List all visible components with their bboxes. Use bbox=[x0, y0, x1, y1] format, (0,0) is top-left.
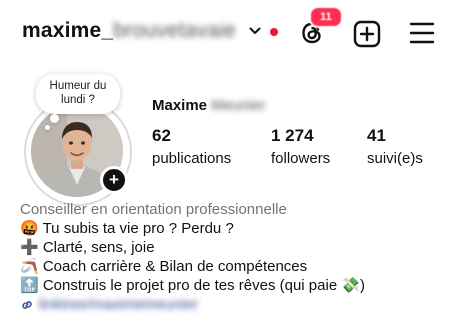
bio-link[interactable]: linktree/maximemeunier bbox=[20, 295, 440, 314]
followers-count: 1 274 bbox=[271, 126, 314, 145]
note-bubble-tail bbox=[50, 114, 59, 123]
top-bar: maxime_brouvetavaie 11 bbox=[0, 0, 454, 66]
stat-followers[interactable]: 1 274 followers bbox=[271, 126, 330, 170]
link-icon bbox=[22, 300, 32, 309]
bio-line: 🤬 Tu subis ta vie pro ? Perdu ? bbox=[20, 220, 234, 237]
stat-following[interactable]: 41 suivi(e)s bbox=[367, 126, 423, 170]
note-bubble-tail-small bbox=[45, 125, 50, 130]
publications-label: publications bbox=[152, 150, 232, 167]
account-switcher[interactable]: maxime_brouvetavaie bbox=[22, 19, 236, 43]
publications-count: 62 bbox=[152, 126, 171, 145]
bio-line: 🪃 Coach carrière & Bilan de compétences bbox=[20, 258, 308, 275]
profile-avatar[interactable]: + bbox=[24, 98, 132, 206]
bio-link-text: linktree/maximemeunier bbox=[39, 296, 199, 313]
bio-line: 🔝 Construis le projet pro de tes rêves (… bbox=[20, 277, 365, 294]
display-name-hidden-part: Meunier bbox=[211, 97, 266, 114]
display-name-text: Maxime bbox=[152, 97, 208, 114]
note-text: Humeur du lundi ? bbox=[49, 80, 107, 106]
following-label: suivi(e)s bbox=[367, 150, 423, 167]
create-plus-icon[interactable] bbox=[353, 20, 381, 48]
profile-display-name: Maxime Meunier bbox=[152, 97, 265, 114]
following-count: 41 bbox=[367, 126, 386, 145]
profile-page: maxime_brouvetavaie 11 + Humeur du lundi… bbox=[0, 0, 454, 334]
username-text: maxime_ bbox=[22, 19, 114, 42]
chevron-down-icon[interactable] bbox=[249, 26, 261, 36]
followers-label: followers bbox=[271, 150, 331, 167]
bio-line: ➕ Clarté, sens, joie bbox=[20, 239, 155, 256]
notification-dot bbox=[270, 28, 278, 36]
stat-publications[interactable]: 62 publications bbox=[152, 126, 231, 170]
menu-icon[interactable] bbox=[409, 21, 435, 45]
note-bubble[interactable]: Humeur du lundi ? bbox=[36, 74, 120, 114]
profile-bio: Conseiller en orientation professionnell… bbox=[20, 200, 440, 314]
add-story-icon[interactable]: + bbox=[100, 166, 128, 194]
threads-badge: 11 bbox=[309, 6, 343, 28]
bio-category: Conseiller en orientation professionnell… bbox=[20, 201, 287, 218]
username-hidden-part: brouvetavaie bbox=[113, 19, 236, 42]
